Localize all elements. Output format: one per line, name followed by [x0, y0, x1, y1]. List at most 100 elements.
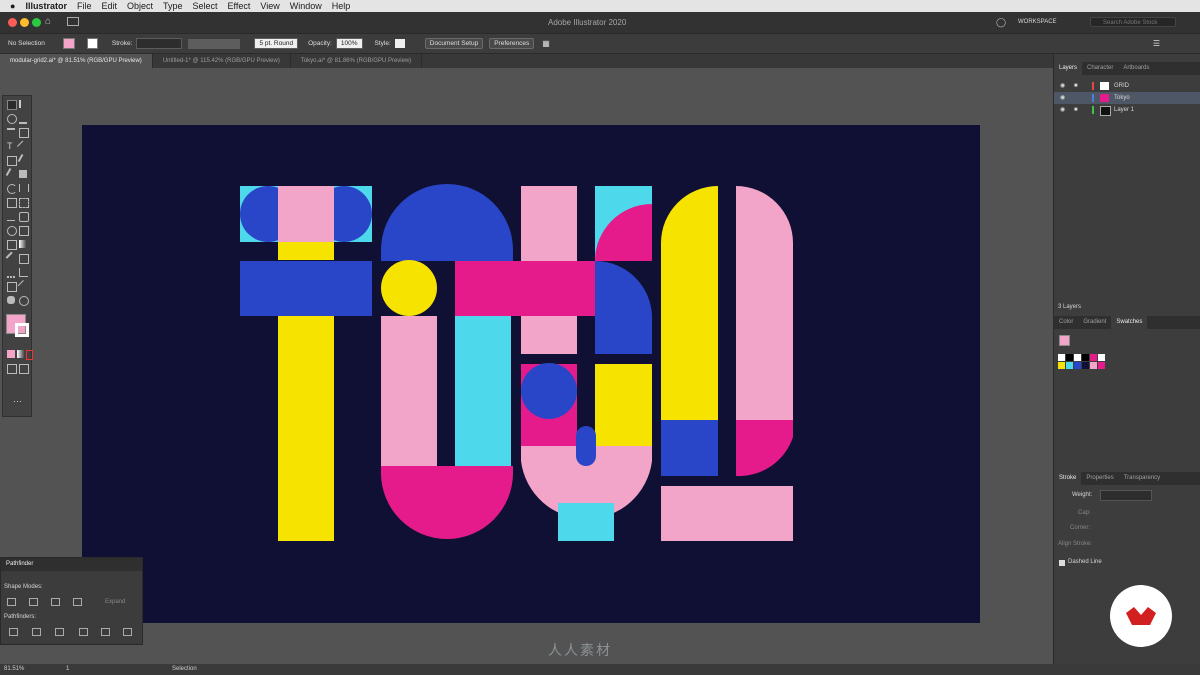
menu-app[interactable]: Illustrator — [25, 0, 67, 12]
intersect-icon[interactable] — [51, 598, 60, 606]
paintbrush-tool-icon[interactable] — [17, 154, 31, 166]
o2-left-yellow[interactable] — [661, 186, 718, 420]
workspace-switcher[interactable]: WORKSPACE — [1018, 19, 1057, 25]
artboard-number[interactable]: 1 — [66, 666, 69, 672]
o2-right-magenta[interactable] — [736, 420, 793, 477]
zoom-level[interactable]: 81.51% — [4, 666, 24, 672]
scale-tool-icon[interactable] — [7, 198, 17, 208]
color-swatch[interactable] — [1074, 354, 1081, 361]
none-mode-icon[interactable] — [26, 350, 33, 360]
close-window-button[interactable] — [8, 18, 17, 27]
magic-wand-icon[interactable] — [7, 114, 17, 124]
width-tool-icon[interactable] — [7, 212, 15, 221]
tab-untitled-1[interactable]: Untitled-1* @ 115.42% (RGB/GPU Preview) — [153, 54, 291, 68]
menu-help[interactable]: Help — [332, 0, 351, 12]
layer-row-tokyo[interactable]: ◉ Tokyo — [1054, 92, 1200, 104]
visibility-icon[interactable]: ◉ — [1060, 104, 1065, 116]
t-stem-yellow[interactable] — [278, 316, 334, 541]
more-tools-icon[interactable]: ⋯ — [13, 396, 22, 407]
k-stem-mid-pink[interactable] — [521, 316, 577, 354]
color-swatch[interactable] — [1090, 354, 1097, 361]
curvature-tool-icon[interactable] — [7, 128, 15, 138]
menu-edit[interactable]: Edit — [101, 0, 117, 12]
home-icon[interactable]: ⌂ — [45, 16, 51, 27]
symbol-sprayer-icon[interactable] — [7, 268, 15, 278]
tab-color[interactable]: Color — [1054, 316, 1078, 329]
color-swatch[interactable] — [1098, 354, 1105, 361]
stroke-swatch[interactable] — [86, 38, 98, 49]
o2-left-blue[interactable] — [661, 420, 718, 476]
arrange-icon[interactable]: ▦ — [542, 39, 550, 48]
visibility-icon[interactable]: ◉ — [1060, 80, 1065, 92]
brush-definition[interactable]: 5 pt. Round — [254, 38, 299, 49]
draw-mode-icon[interactable] — [7, 364, 17, 374]
color-swatch[interactable] — [1058, 354, 1065, 361]
panel-menu-icon[interactable]: ☰ — [1153, 39, 1160, 48]
menu-type[interactable]: Type — [163, 0, 183, 12]
y-blue-circle[interactable] — [521, 363, 577, 419]
graphic-style-swatch[interactable] — [394, 39, 405, 48]
menu-effect[interactable]: Effect — [228, 0, 251, 12]
menu-view[interactable]: View — [260, 0, 279, 12]
t-yellow-strip[interactable] — [278, 242, 334, 260]
layer-name[interactable]: Layer 1 — [1114, 104, 1134, 116]
variable-width-profile[interactable] — [188, 38, 241, 49]
screen-mode-icon[interactable] — [19, 364, 29, 374]
layer-row-grid[interactable]: ◉ ■ GRID — [1054, 80, 1200, 92]
tab-stroke[interactable]: Stroke — [1054, 472, 1082, 485]
type-tool-icon[interactable] — [19, 128, 29, 138]
gradient-mode-icon[interactable] — [17, 350, 25, 358]
o-yellow-circle[interactable] — [381, 260, 437, 316]
color-swatch[interactable] — [1090, 362, 1097, 369]
k-leg-blue[interactable] — [595, 316, 652, 354]
menu-select[interactable]: Select — [193, 0, 218, 12]
layer-name[interactable]: Tokyo — [1114, 92, 1130, 104]
graph-tool-icon[interactable] — [19, 268, 28, 277]
opacity-field[interactable]: 100% — [335, 38, 363, 49]
t-top-pink[interactable] — [278, 186, 334, 242]
stroke-weight-field[interactable] — [136, 38, 183, 49]
text-tool-icon[interactable]: T — [7, 142, 15, 151]
tab-tokyo[interactable]: Tokyo.ai* @ 81.86% (RGB/GPU Preview) — [291, 54, 423, 68]
tab-artboards[interactable]: Artboards — [1118, 62, 1154, 75]
puppet-warp-icon[interactable] — [19, 212, 29, 222]
crop-icon[interactable] — [79, 628, 88, 636]
merge-icon[interactable] — [55, 628, 64, 636]
divide-icon[interactable] — [9, 628, 18, 636]
o2-right-pink[interactable] — [736, 186, 793, 420]
live-paint-icon[interactable] — [19, 226, 29, 236]
u-bottom-magenta[interactable] — [381, 466, 513, 539]
selection-tool-icon[interactable] — [7, 100, 17, 110]
tab-modular-grid2[interactable]: modular-grid2.ai* @ 81.51% (RGB/GPU Prev… — [0, 54, 153, 68]
tab-swatches[interactable]: Swatches — [1111, 316, 1148, 329]
direct-selection-tool-icon[interactable] — [19, 100, 29, 108]
slice-tool-icon[interactable] — [17, 279, 30, 293]
zoom-window-button[interactable] — [32, 18, 41, 27]
color-swatch[interactable] — [1082, 354, 1089, 361]
pencil-tool-icon[interactable] — [5, 168, 19, 180]
minus-back-icon[interactable] — [123, 628, 132, 636]
magenta-bar[interactable] — [455, 261, 595, 316]
rectangle-tool-icon[interactable] — [7, 156, 17, 166]
exclude-icon[interactable] — [73, 598, 82, 606]
outline-icon[interactable] — [101, 628, 110, 636]
fill-swatch[interactable] — [62, 38, 75, 49]
artboard-tool-icon[interactable] — [7, 282, 17, 292]
artboard[interactable] — [82, 125, 980, 623]
free-transform-tool-icon[interactable] — [19, 198, 29, 208]
minimize-window-button[interactable] — [20, 18, 29, 27]
layer-name[interactable]: GRID — [1114, 80, 1129, 92]
visibility-icon[interactable]: ◉ — [1060, 92, 1065, 104]
lightbulb-icon[interactable]: ◯ — [996, 17, 1006, 28]
line-tool-icon[interactable] — [16, 140, 30, 153]
u-left-pink[interactable] — [381, 316, 437, 466]
color-swatch[interactable] — [1066, 362, 1073, 369]
stock-search-input[interactable]: Search Adobe Stock — [1090, 17, 1176, 27]
y-center-blue[interactable] — [576, 426, 596, 466]
tab-layers[interactable]: Layers — [1054, 62, 1083, 75]
minus-front-icon[interactable] — [29, 598, 38, 606]
color-swatch[interactable] — [1058, 362, 1065, 369]
color-swatch[interactable] — [1082, 362, 1089, 369]
eraser-tool-icon[interactable] — [19, 170, 27, 178]
expand-button[interactable]: Expand — [105, 599, 125, 605]
